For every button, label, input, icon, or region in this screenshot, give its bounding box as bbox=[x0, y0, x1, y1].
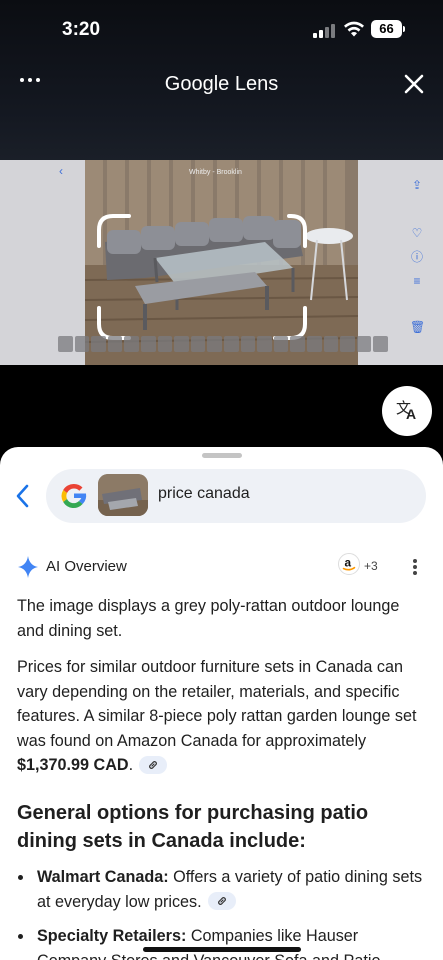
chevron-left-icon: ‹ bbox=[59, 164, 63, 178]
google-g-icon bbox=[61, 483, 87, 509]
translate-icon: 文 A bbox=[396, 400, 416, 422]
photo-left-margin bbox=[0, 160, 85, 365]
overview-paragraph-1: The image displays a grey poly-rattan ou… bbox=[17, 597, 400, 640]
cellular-signal-icon bbox=[313, 24, 337, 38]
battery-tip bbox=[403, 26, 405, 32]
info-icon: ⓘ bbox=[410, 250, 423, 264]
translate-button[interactable]: 文 A bbox=[382, 386, 432, 436]
sheet-drag-handle[interactable] bbox=[202, 453, 242, 458]
paragraph-2-tail: . bbox=[128, 756, 134, 774]
search-query[interactable]: price canada bbox=[158, 485, 250, 503]
back-chevron-icon[interactable] bbox=[12, 483, 34, 509]
patio-furniture-photo[interactable]: Whitby - Brooklin bbox=[85, 160, 358, 365]
sources-count[interactable]: +3 bbox=[364, 559, 378, 573]
status-time: 3:20 bbox=[62, 19, 101, 40]
link-icon bbox=[217, 897, 226, 906]
list-item: Specialty Retailers: Companies like Haus… bbox=[17, 924, 429, 960]
retailer-list: Walmart Canada: Offers a variety of pati… bbox=[17, 865, 429, 960]
home-indicator[interactable] bbox=[143, 947, 301, 952]
battery-indicator: 66 bbox=[371, 20, 402, 38]
thumbnail-strip bbox=[58, 336, 388, 352]
source-link-chip[interactable] bbox=[139, 755, 168, 774]
adjust-icon: ≡ bbox=[413, 274, 421, 288]
photo-overlay-label: Whitby - Brooklin bbox=[189, 169, 242, 176]
wifi-icon bbox=[344, 21, 364, 37]
search-image-thumbnail[interactable] bbox=[98, 474, 148, 516]
captured-photo: ‹ ⇪ ♡ ⓘ ≡ 🗑 Whitby - Brooklin bbox=[0, 160, 443, 365]
overview-paragraph-2: Prices for similar outdoor furniture set… bbox=[17, 655, 429, 778]
price-highlight: $1,370.99 CAD bbox=[17, 756, 129, 774]
bullet-title: Walmart Canada: bbox=[37, 868, 169, 886]
ai-sparkle-icon bbox=[18, 556, 38, 578]
ai-overview-label: AI Overview bbox=[46, 558, 127, 575]
ai-overview-header: AI Overview a +3 bbox=[18, 553, 428, 579]
close-icon[interactable] bbox=[402, 72, 426, 96]
more-options-icon[interactable] bbox=[412, 559, 418, 575]
top-bar: 3:20 66 Google Lens bbox=[0, 0, 443, 160]
results-sheet: price canada AI Overview a +3 The image … bbox=[0, 447, 443, 960]
bullet-title: Specialty Retailers: bbox=[37, 927, 187, 945]
section-heading: General options for purchasing patio din… bbox=[17, 802, 369, 852]
link-icon bbox=[149, 760, 157, 769]
svg-text:A: A bbox=[406, 406, 416, 422]
search-bar[interactable]: price canada bbox=[46, 469, 426, 523]
amazon-source-icon[interactable]: a bbox=[338, 553, 360, 575]
paragraph-2-lead: Prices for similar outdoor furniture set… bbox=[17, 658, 417, 750]
heart-icon: ♡ bbox=[411, 226, 423, 240]
photo-right-margin bbox=[358, 160, 443, 365]
svg-text:a: a bbox=[344, 556, 351, 570]
trash-icon: 🗑 bbox=[410, 320, 426, 334]
share-icon: ⇪ bbox=[411, 178, 423, 192]
photo-bottom-gap bbox=[0, 365, 443, 455]
app-title: Google Lens bbox=[164, 73, 279, 95]
list-item: Walmart Canada: Offers a variety of pati… bbox=[17, 865, 429, 914]
source-link-chip[interactable] bbox=[207, 892, 236, 911]
